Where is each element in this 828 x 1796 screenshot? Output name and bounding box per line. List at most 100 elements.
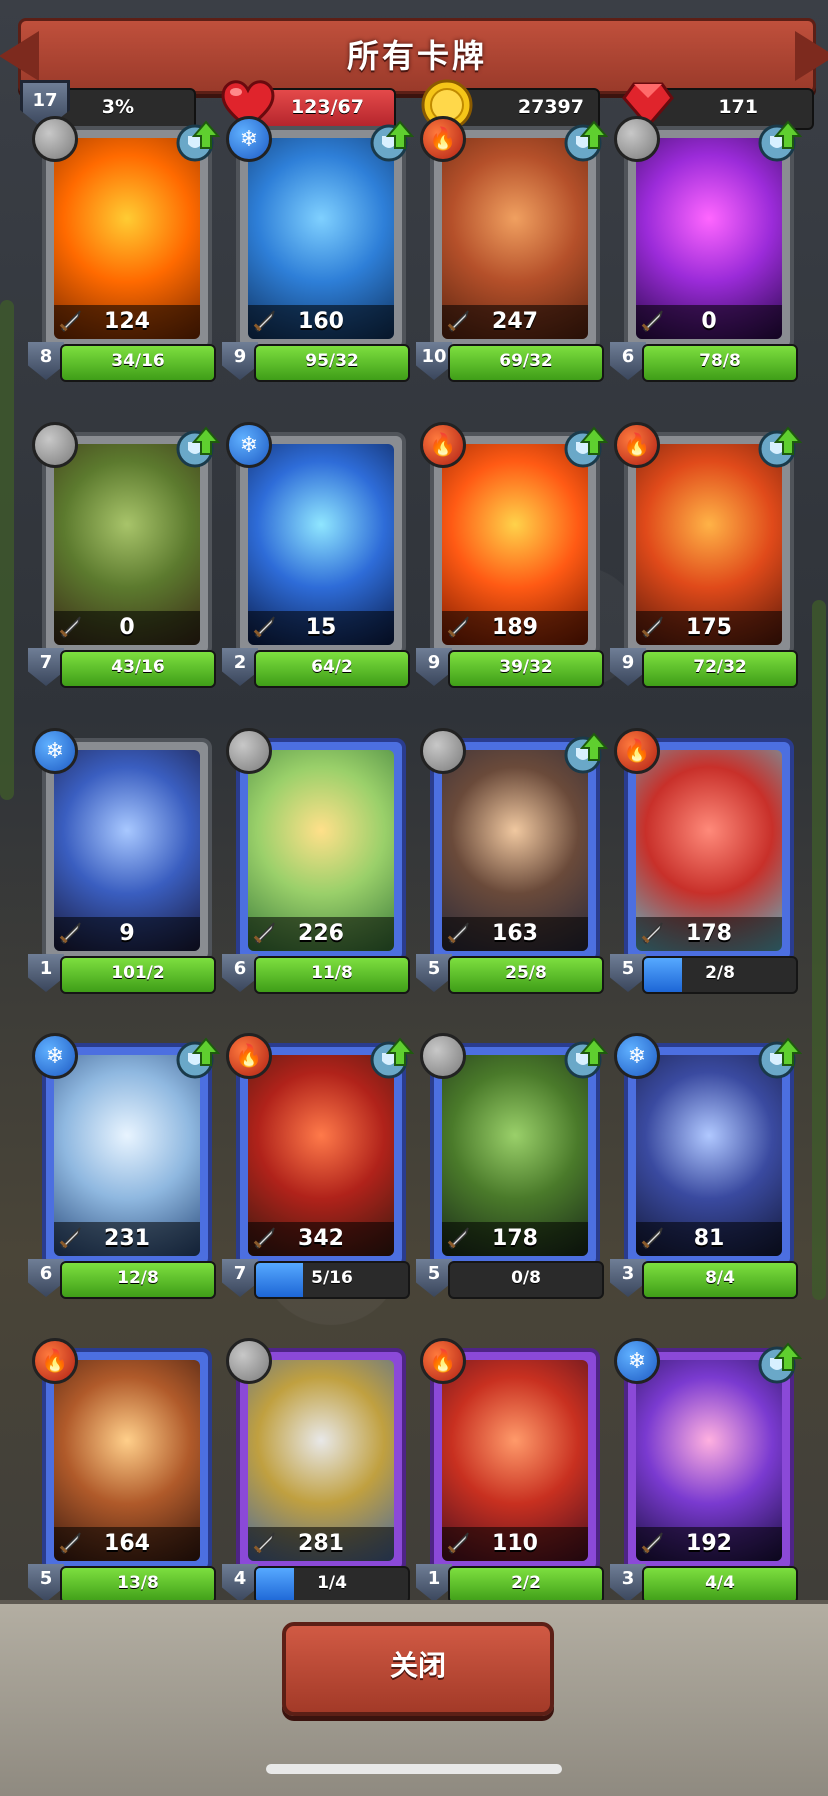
upgrade-arrow-icon[interactable] — [562, 1035, 608, 1081]
card-tile[interactable]: 189 🔥 — [420, 422, 608, 657]
sword-icon — [447, 922, 469, 945]
card-progress-text: 12/8 — [117, 1268, 159, 1288]
upgrade-arrow-icon[interactable] — [562, 424, 608, 470]
sword-icon — [641, 922, 663, 945]
sword-icon — [59, 1227, 81, 1250]
upgrade-arrow-icon[interactable] — [562, 730, 608, 776]
fire-element-icon: 🔥 — [614, 422, 660, 468]
card-tile[interactable]: 0 — [614, 116, 802, 351]
card-tile[interactable]: 164 🔥 — [32, 1338, 212, 1573]
stone-element-icon — [420, 1033, 466, 1079]
close-button[interactable]: 关闭 — [282, 1622, 554, 1716]
sword-icon — [641, 1532, 663, 1555]
card-progress-text: 2/2 — [511, 1573, 541, 1593]
upgrade-arrow-icon[interactable] — [756, 1035, 802, 1081]
sword-icon — [253, 922, 275, 945]
card-progress-text: 5/16 — [311, 1268, 353, 1288]
stone-element-icon — [226, 1338, 272, 1384]
card-tile[interactable]: 9 ❄ — [32, 728, 212, 963]
upgrade-arrow-icon[interactable] — [174, 1035, 220, 1081]
fire-element-icon: 🔥 — [226, 1033, 272, 1079]
ice-element-icon: ❄ — [226, 422, 272, 468]
fire-element-icon: 🔥 — [32, 1338, 78, 1384]
card-progress-bar: 2/8 — [642, 956, 798, 994]
card-tile[interactable]: 226 — [226, 728, 406, 963]
card-progress-text: 25/8 — [505, 963, 547, 983]
sword-icon — [253, 616, 275, 639]
upgrade-arrow-icon[interactable] — [562, 118, 608, 164]
upgrade-arrow-icon[interactable] — [756, 424, 802, 470]
stone-element-icon — [614, 116, 660, 162]
stone-element-icon — [226, 728, 272, 774]
card-progress-bar: 64/2 — [254, 650, 410, 688]
card-tile[interactable]: 178 🔥 — [614, 728, 794, 963]
player-level: 17 — [32, 90, 58, 111]
card-progress-text: 11/8 — [311, 963, 353, 983]
sword-icon — [59, 1532, 81, 1555]
sword-icon — [253, 310, 275, 333]
card-tile[interactable]: 15 ❄ — [226, 422, 406, 657]
upgrade-arrow-icon[interactable] — [756, 118, 802, 164]
card-progress-bar: 13/8 — [60, 1566, 216, 1604]
card-tile[interactable]: 247 🔥 — [420, 116, 608, 351]
ice-element-icon: ❄ — [614, 1338, 660, 1384]
card-progress-bar: 1/4 — [254, 1566, 410, 1604]
page-title: 所有卡牌 — [346, 37, 487, 75]
card-tile[interactable]: 178 — [420, 1033, 608, 1268]
upgrade-arrow-icon[interactable] — [174, 118, 220, 164]
card-tile[interactable]: 281 — [226, 1338, 406, 1573]
card-progress-bar: 72/32 — [642, 650, 798, 688]
ice-element-icon: ❄ — [32, 728, 78, 774]
card-tile[interactable]: 0 — [32, 422, 220, 657]
fire-element-icon: 🔥 — [420, 422, 466, 468]
card-progress-bar: 11/8 — [254, 956, 410, 994]
card-tile[interactable]: 342 🔥 — [226, 1033, 414, 1268]
card-progress-text: 72/32 — [693, 657, 747, 677]
hp-value: 123/67 — [290, 96, 364, 118]
card-progress-bar: 78/8 — [642, 344, 798, 382]
card-tile[interactable]: 110 🔥 — [420, 1338, 600, 1573]
vine-decoration — [0, 300, 14, 800]
sword-icon — [641, 1227, 663, 1250]
card-progress-text: 39/32 — [499, 657, 553, 677]
sword-icon — [447, 310, 469, 333]
card-progress-bar: 25/8 — [448, 956, 604, 994]
fire-element-icon: 🔥 — [420, 116, 466, 162]
card-tile[interactable]: 231 ❄ — [32, 1033, 220, 1268]
card-tile[interactable]: 192 ❄ — [614, 1338, 802, 1573]
sword-icon — [641, 616, 663, 639]
card-progress-text: 1/4 — [317, 1573, 347, 1593]
upgrade-arrow-icon[interactable] — [756, 1340, 802, 1386]
card-progress-bar: 34/16 — [60, 344, 216, 382]
xp-percent: 3% — [101, 96, 134, 118]
sword-icon — [253, 1227, 275, 1250]
fire-element-icon: 🔥 — [614, 728, 660, 774]
sword-icon — [447, 1227, 469, 1250]
upgrade-arrow-icon[interactable] — [368, 118, 414, 164]
card-tile[interactable]: 81 ❄ — [614, 1033, 802, 1268]
ice-element-icon: ❄ — [226, 116, 272, 162]
upgrade-arrow-icon[interactable] — [368, 1035, 414, 1081]
card-progress-text: 34/16 — [111, 351, 165, 371]
sword-icon — [447, 616, 469, 639]
stone-element-icon — [32, 422, 78, 468]
upgrade-arrow-icon[interactable] — [174, 424, 220, 470]
card-tile[interactable]: 160 ❄ — [226, 116, 414, 351]
card-tile[interactable]: 124 — [32, 116, 220, 351]
home-indicator[interactable] — [266, 1764, 562, 1774]
card-progress-text: 69/32 — [499, 351, 553, 371]
card-progress-bar: 4/4 — [642, 1566, 798, 1604]
card-progress-bar: 0/8 — [448, 1261, 604, 1299]
card-progress-text: 0/8 — [511, 1268, 541, 1288]
card-progress-bar: 5/16 — [254, 1261, 410, 1299]
ice-element-icon: ❄ — [614, 1033, 660, 1079]
card-tile[interactable]: 175 🔥 — [614, 422, 802, 657]
sword-icon — [59, 922, 81, 945]
sword-icon — [447, 1532, 469, 1555]
sword-icon — [253, 1532, 275, 1555]
card-tile[interactable]: 163 — [420, 728, 608, 963]
card-progress-text: 95/32 — [305, 351, 359, 371]
vine-decoration — [812, 600, 826, 1300]
card-progress-bar: 95/32 — [254, 344, 410, 382]
gold-value: 27397 — [517, 96, 584, 118]
